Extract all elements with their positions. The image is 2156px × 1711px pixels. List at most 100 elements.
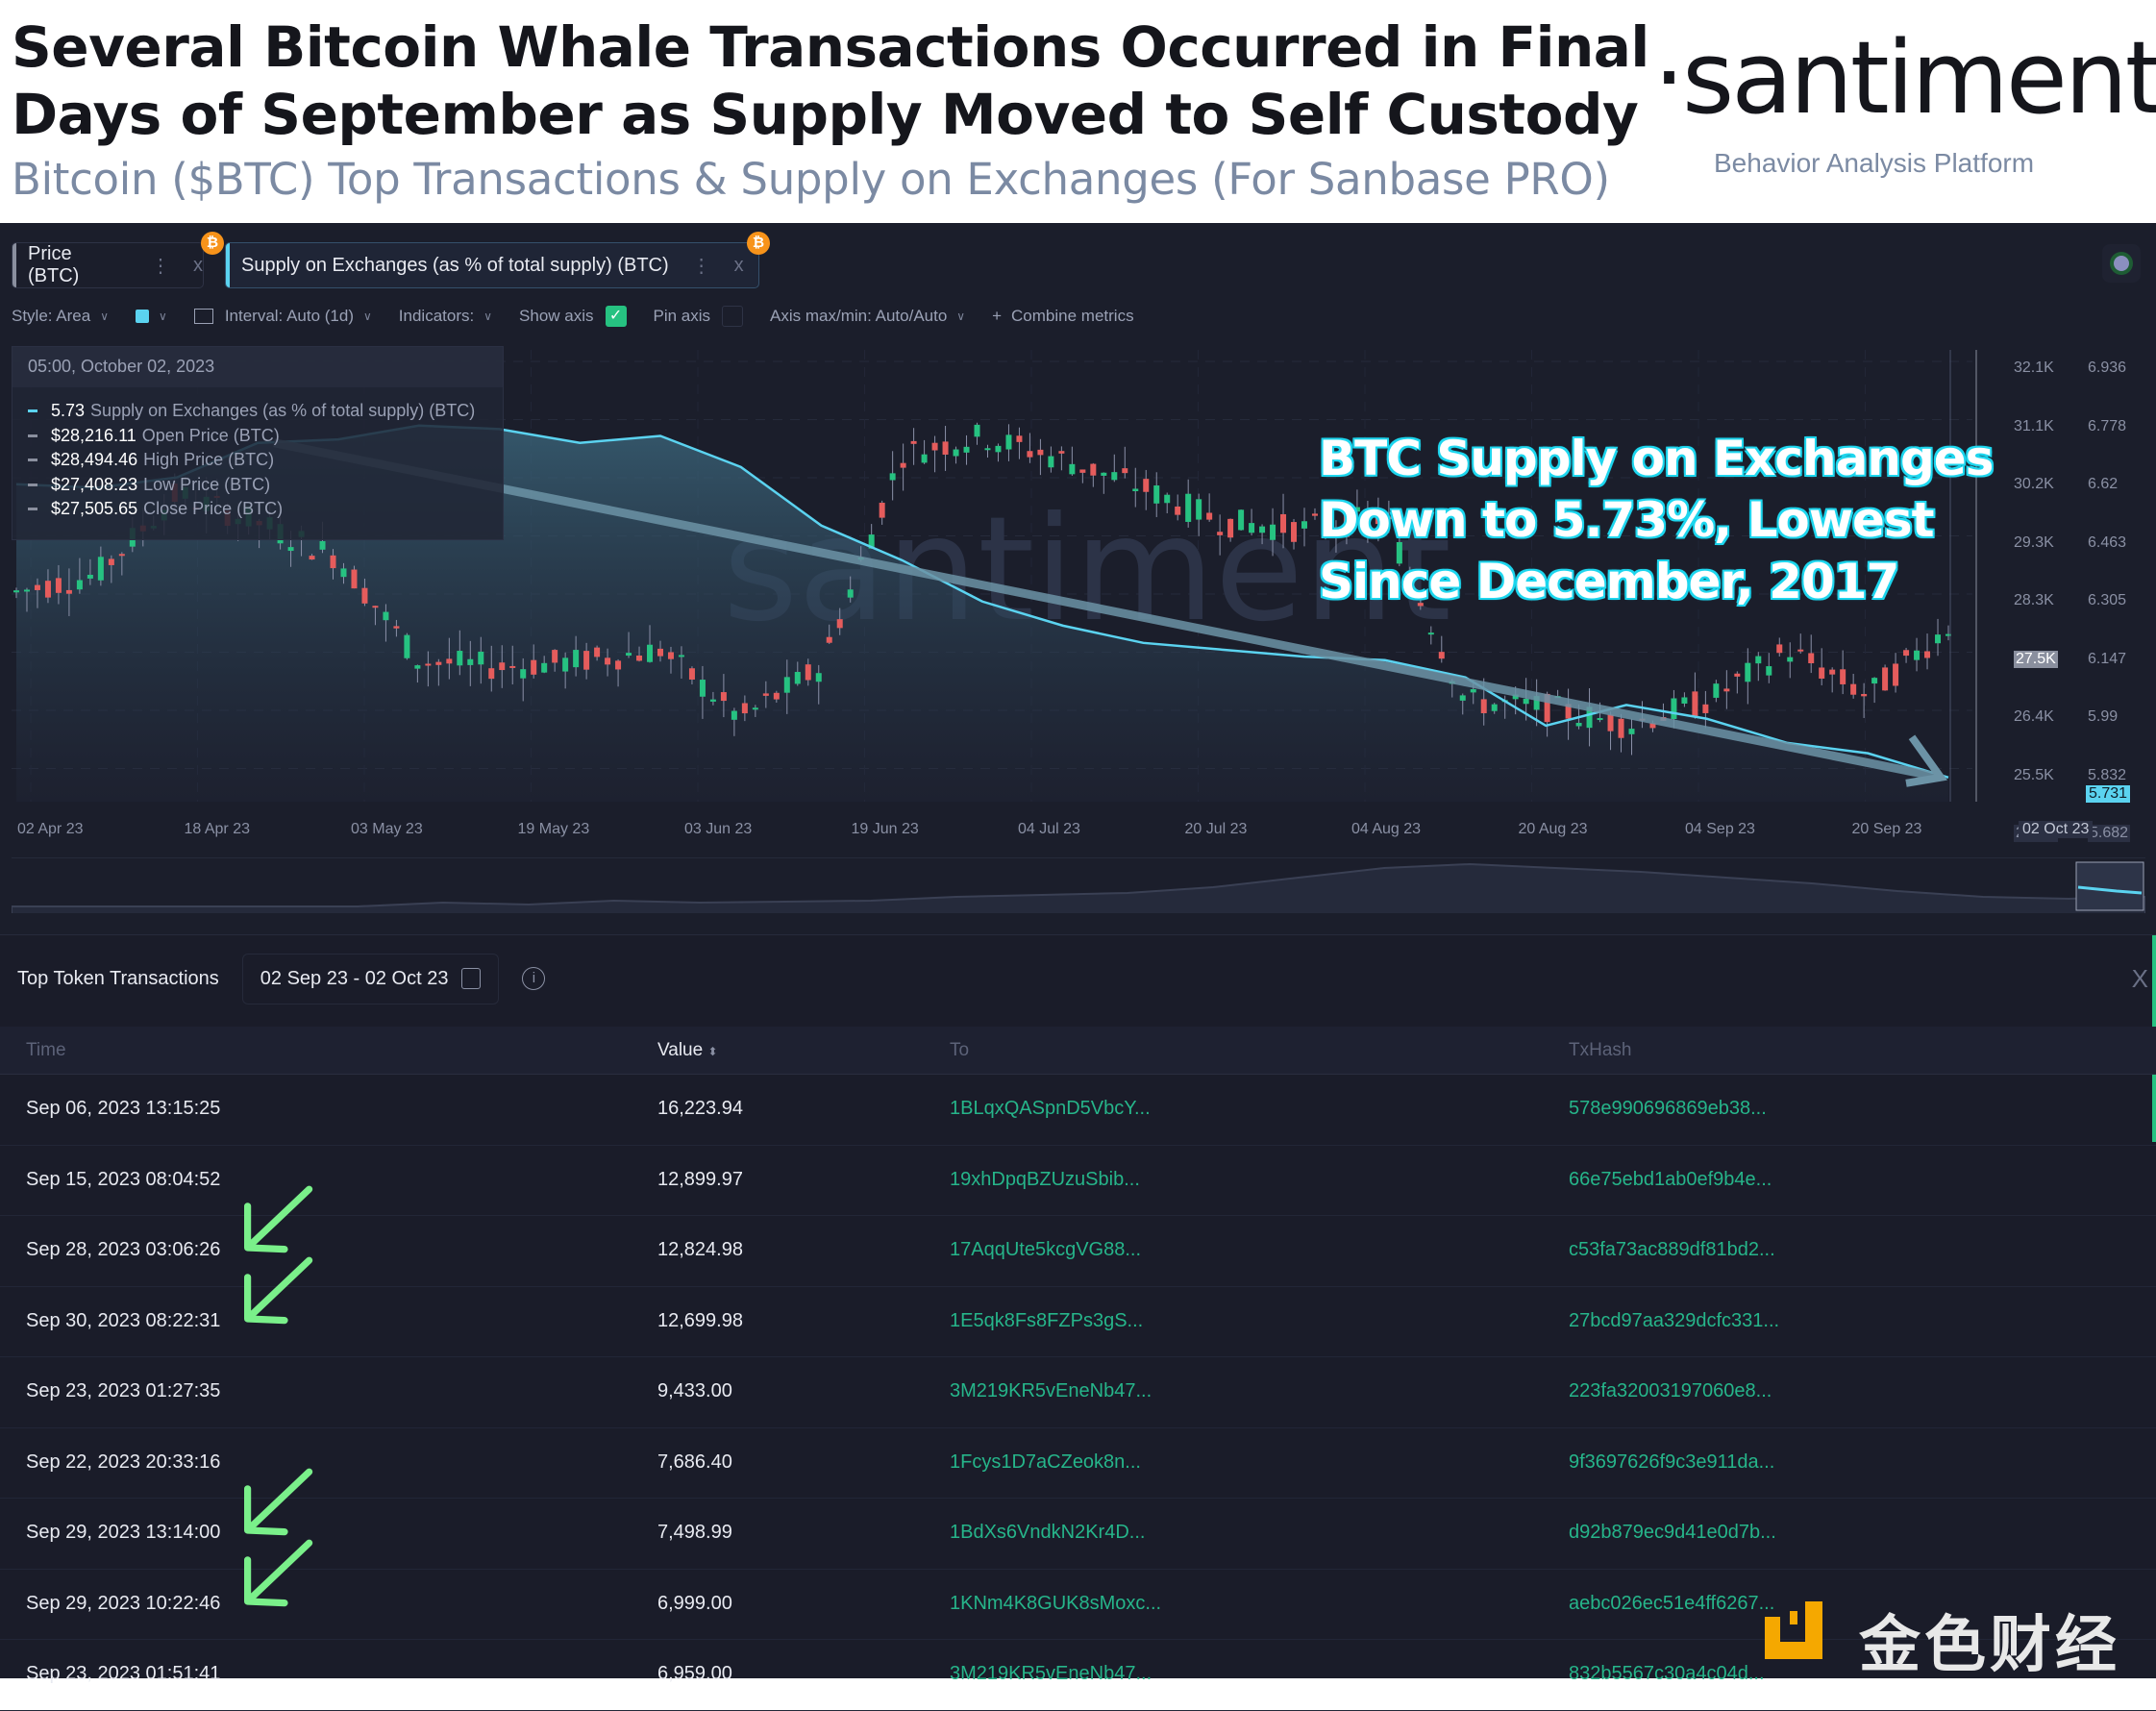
candle-body — [1122, 468, 1128, 474]
table-row[interactable]: Sep 28, 2023 03:06:26 12,824.98 17AqqUte… — [0, 1216, 2156, 1287]
table-row[interactable]: Sep 23, 2023 01:27:35 9,433.00 3M219KR5v… — [0, 1357, 2156, 1428]
chart-annotation: BTC Supply on Exchanges Down to 5.73%, L… — [1319, 428, 1994, 612]
cell-txhash[interactable]: 9f3697626f9c3e911da... — [1569, 1451, 1774, 1474]
navigator-selection-handle[interactable] — [2075, 861, 2144, 911]
cell-to-address[interactable]: 1BdXs6VndkN2Kr4D... — [950, 1522, 1145, 1544]
show-axis-checkbox[interactable]: ✓ — [605, 306, 627, 327]
metric-menu-icon[interactable]: ⋮ — [692, 254, 711, 278]
supply-tick-label: 5.832 — [2088, 766, 2127, 783]
cell-value: 6,959.00 — [657, 1663, 732, 1684]
table-row[interactable]: Sep 15, 2023 08:04:52 12,899.97 19xhDpqB… — [0, 1146, 2156, 1216]
candle-body — [636, 656, 643, 661]
chart-tooltip: 05:00, October 02, 2023 5.73 Supply on Ex… — [12, 346, 504, 540]
tooltip-row: $28,216.11 Open Price (BTC) — [12, 424, 503, 449]
tooltip-value: 5.73 — [51, 401, 86, 421]
cell-txhash[interactable]: 27bcd97aa329dcfc331... — [1569, 1310, 1779, 1332]
candle-body — [1459, 695, 1466, 701]
interval-dropdown[interactable]: Interval: Auto (1d) ∨ — [193, 307, 372, 326]
cell-txhash[interactable]: 66e75ebd1ab0ef9b4e... — [1569, 1169, 1772, 1191]
pin-axis-toggle[interactable]: Pin axis — [654, 306, 744, 327]
value-header-label: Value — [657, 1040, 704, 1060]
candle-body — [1206, 512, 1213, 520]
column-header-value[interactable]: Value ⬍ — [657, 1040, 718, 1061]
tooltip-row: 5.73 Supply on Exchanges (as % of total s… — [12, 399, 503, 424]
candle-body — [520, 669, 527, 679]
cell-to-address[interactable]: 17AqqUte5kcgVG88... — [950, 1239, 1141, 1261]
cell-txhash[interactable]: d92b879ec9d41e0d7b... — [1569, 1522, 1776, 1544]
table-row[interactable]: Sep 30, 2023 08:22:31 12,699.98 1E5qk8Fs… — [0, 1287, 2156, 1357]
cell-txhash[interactable]: 578e990696869eb38... — [1569, 1098, 1767, 1120]
candle-body — [1185, 493, 1192, 522]
indicators-dropdown[interactable]: Indicators: ∨ — [399, 307, 492, 326]
candle-body — [541, 662, 548, 673]
metric-tab-price[interactable]: Price (BTC) ⋮ x ₿ — [12, 232, 224, 288]
cell-to-address[interactable]: 1E5qk8Fs8FZPs3gS... — [950, 1310, 1143, 1332]
candle-body — [1914, 650, 1921, 660]
price-tick-label: 28.3K — [2014, 592, 2054, 608]
cell-to-address[interactable]: 1KNm4K8GUK8sMoxc... — [950, 1593, 1161, 1615]
candle-body — [309, 556, 315, 560]
style-dropdown[interactable]: Style: Area ∨ — [12, 307, 109, 326]
annotation-line-3: Since December, 2017 — [1319, 554, 1899, 609]
candle-body — [1301, 521, 1307, 529]
cell-txhash[interactable]: c53fa73ac889df81bd2... — [1569, 1239, 1775, 1261]
chevron-down-icon: ∨ — [483, 310, 493, 323]
pin-axis-label: Pin axis — [653, 307, 711, 325]
timeline-navigator[interactable] — [12, 857, 2145, 913]
pin-axis-checkbox[interactable] — [722, 306, 744, 327]
metric-close-icon[interactable]: x — [734, 255, 744, 277]
table-row[interactable]: Sep 22, 2023 20:33:16 7,686.40 1Fcys1D7a… — [0, 1428, 2156, 1499]
candle-body — [319, 540, 326, 550]
metric-close-icon[interactable]: x — [193, 255, 203, 277]
cell-to-address[interactable]: 19xhDpqBZUzuSbib... — [950, 1169, 1140, 1191]
bitcoin-icon: ₿ — [747, 232, 770, 255]
cell-to-address[interactable]: 1BLqxQASpnD5VbcY... — [950, 1098, 1151, 1120]
candle-body — [815, 673, 822, 682]
axis-maxmin-dropdown[interactable]: Axis max/min: Auto/Auto ∨ — [770, 307, 965, 326]
metric-menu-icon[interactable]: ⋮ — [151, 254, 170, 278]
cell-txhash[interactable]: 223fa32003197060e8... — [1569, 1380, 1772, 1402]
cell-to-address[interactable]: 3M219KR5vEneNb47... — [950, 1663, 1152, 1685]
color-picker[interactable]: ∨ — [136, 310, 167, 323]
column-header-txhash[interactable]: TxHash — [1569, 1040, 1631, 1061]
close-icon[interactable]: X — [2132, 964, 2148, 994]
color-swatch — [136, 310, 150, 323]
table-row[interactable]: Sep 29, 2023 13:14:00 7,498.99 1BdXs6Vnd… — [0, 1499, 2156, 1570]
style-label: Style: Area — [12, 307, 91, 325]
price-tick-label: 31.1K — [2014, 417, 2054, 434]
candle-body — [573, 650, 580, 668]
table-row[interactable]: Sep 06, 2023 13:15:25 16,223.94 1BLqxQAS… — [0, 1075, 2156, 1146]
cell-txhash[interactable]: 832b5567c30a4c04d... — [1569, 1663, 1765, 1685]
candle-body — [1227, 518, 1234, 538]
tooltip-datetime: 05:00, October 02, 2023 — [12, 347, 503, 387]
show-axis-toggle[interactable]: Show axis ✓ — [519, 306, 627, 327]
column-header-to[interactable]: To — [950, 1040, 969, 1061]
cell-txhash[interactable]: aebc026ec51e4ff6267... — [1569, 1593, 1774, 1615]
live-status-button[interactable] — [2102, 244, 2141, 283]
candle-body — [1058, 451, 1065, 454]
interval-icon — [193, 309, 213, 324]
candle-body — [1259, 526, 1266, 533]
column-header-time[interactable]: Time — [26, 1040, 66, 1061]
metric-tab-label: Supply on Exchanges (as % of total suppl… — [241, 254, 669, 276]
candle-body — [1723, 688, 1730, 692]
candle-body — [1132, 488, 1139, 492]
cell-to-address[interactable]: 3M219KR5vEneNb47... — [950, 1380, 1152, 1402]
info-icon[interactable]: i — [522, 967, 546, 990]
candle-body — [1871, 678, 1878, 684]
candle-body — [783, 677, 790, 693]
combine-metrics-button[interactable]: + Combine metrics — [992, 307, 1133, 326]
candle-body — [794, 672, 801, 684]
indicators-label: Indicators: — [398, 307, 475, 325]
candle-body — [1101, 472, 1107, 476]
candle-body — [467, 658, 474, 665]
date-range-picker[interactable]: 02 Sep 23 - 02 Oct 23 — [241, 953, 500, 1004]
metric-tab-supply-on-exchanges[interactable]: Supply on Exchanges (as % of total suppl… — [225, 232, 770, 288]
date-range-label: 02 Sep 23 - 02 Oct 23 — [260, 967, 449, 989]
candle-body — [626, 653, 632, 657]
candle-body — [995, 445, 1002, 453]
candle-body — [1196, 499, 1202, 520]
navigator-area — [12, 862, 2145, 913]
candle-body — [1079, 469, 1086, 473]
cell-to-address[interactable]: 1Fcys1D7aCZeok8n... — [950, 1451, 1141, 1474]
